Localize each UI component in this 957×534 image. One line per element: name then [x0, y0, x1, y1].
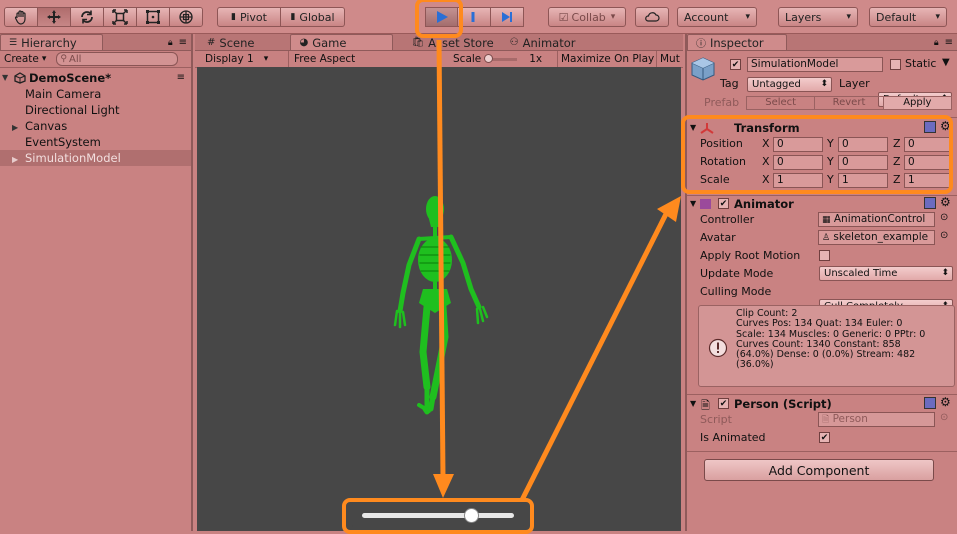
speed-slider-container [352, 502, 524, 528]
arrowhead-up-icon [657, 196, 681, 222]
arrowhead-down-icon [433, 474, 454, 498]
speed-slider-thumb[interactable] [463, 508, 479, 523]
callout-arrows [433, 39, 681, 502]
arrow-play-to-slider [436, 39, 446, 479]
speed-slider-track[interactable] [362, 513, 514, 518]
arrow-slider-to-transform [519, 208, 671, 502]
